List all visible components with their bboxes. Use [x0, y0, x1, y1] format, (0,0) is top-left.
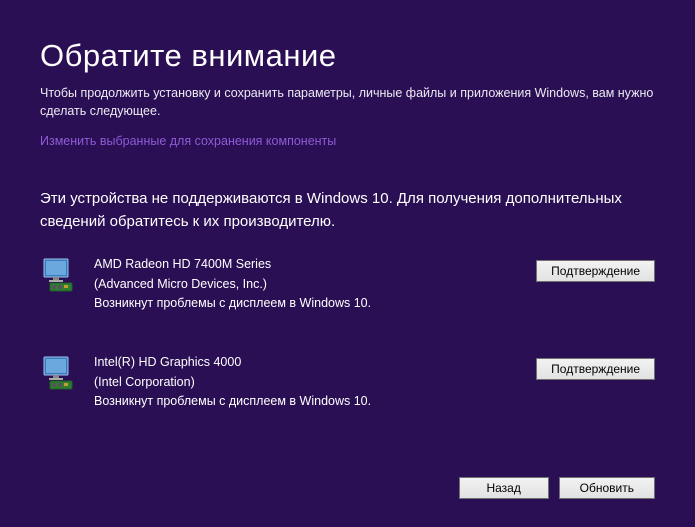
device-vendor: (Intel Corporation) [94, 373, 518, 392]
display-adapter-icon [40, 257, 76, 293]
footer-actions: Назад Обновить [459, 477, 655, 499]
unsupported-devices-heading: Эти устройства не поддерживаются в Windo… [40, 188, 655, 233]
device-vendor: (Advanced Micro Devices, Inc.) [94, 275, 518, 294]
device-row: Intel(R) HD Graphics 4000 (Intel Corpora… [40, 353, 655, 411]
confirm-button[interactable]: Подтверждение [536, 358, 655, 380]
device-issue: Возникнут проблемы с дисплеем в Windows … [94, 294, 518, 313]
device-issue: Возникнут проблемы с дисплеем в Windows … [94, 392, 518, 411]
change-components-link[interactable]: Изменить выбранные для сохранения компон… [40, 134, 336, 148]
confirm-button[interactable]: Подтверждение [536, 260, 655, 282]
device-name: Intel(R) HD Graphics 4000 [94, 353, 518, 372]
device-name: AMD Radeon HD 7400M Series [94, 255, 518, 274]
device-row: AMD Radeon HD 7400M Series (Advanced Mic… [40, 255, 655, 313]
page-title: Обратите внимание [40, 38, 655, 74]
display-adapter-icon [40, 355, 76, 391]
update-button[interactable]: Обновить [559, 477, 655, 499]
back-button[interactable]: Назад [459, 477, 549, 499]
device-info: Intel(R) HD Graphics 4000 (Intel Corpora… [94, 353, 518, 411]
device-info: AMD Radeon HD 7400M Series (Advanced Mic… [94, 255, 518, 313]
page-subtitle: Чтобы продолжить установку и сохранить п… [40, 84, 655, 120]
